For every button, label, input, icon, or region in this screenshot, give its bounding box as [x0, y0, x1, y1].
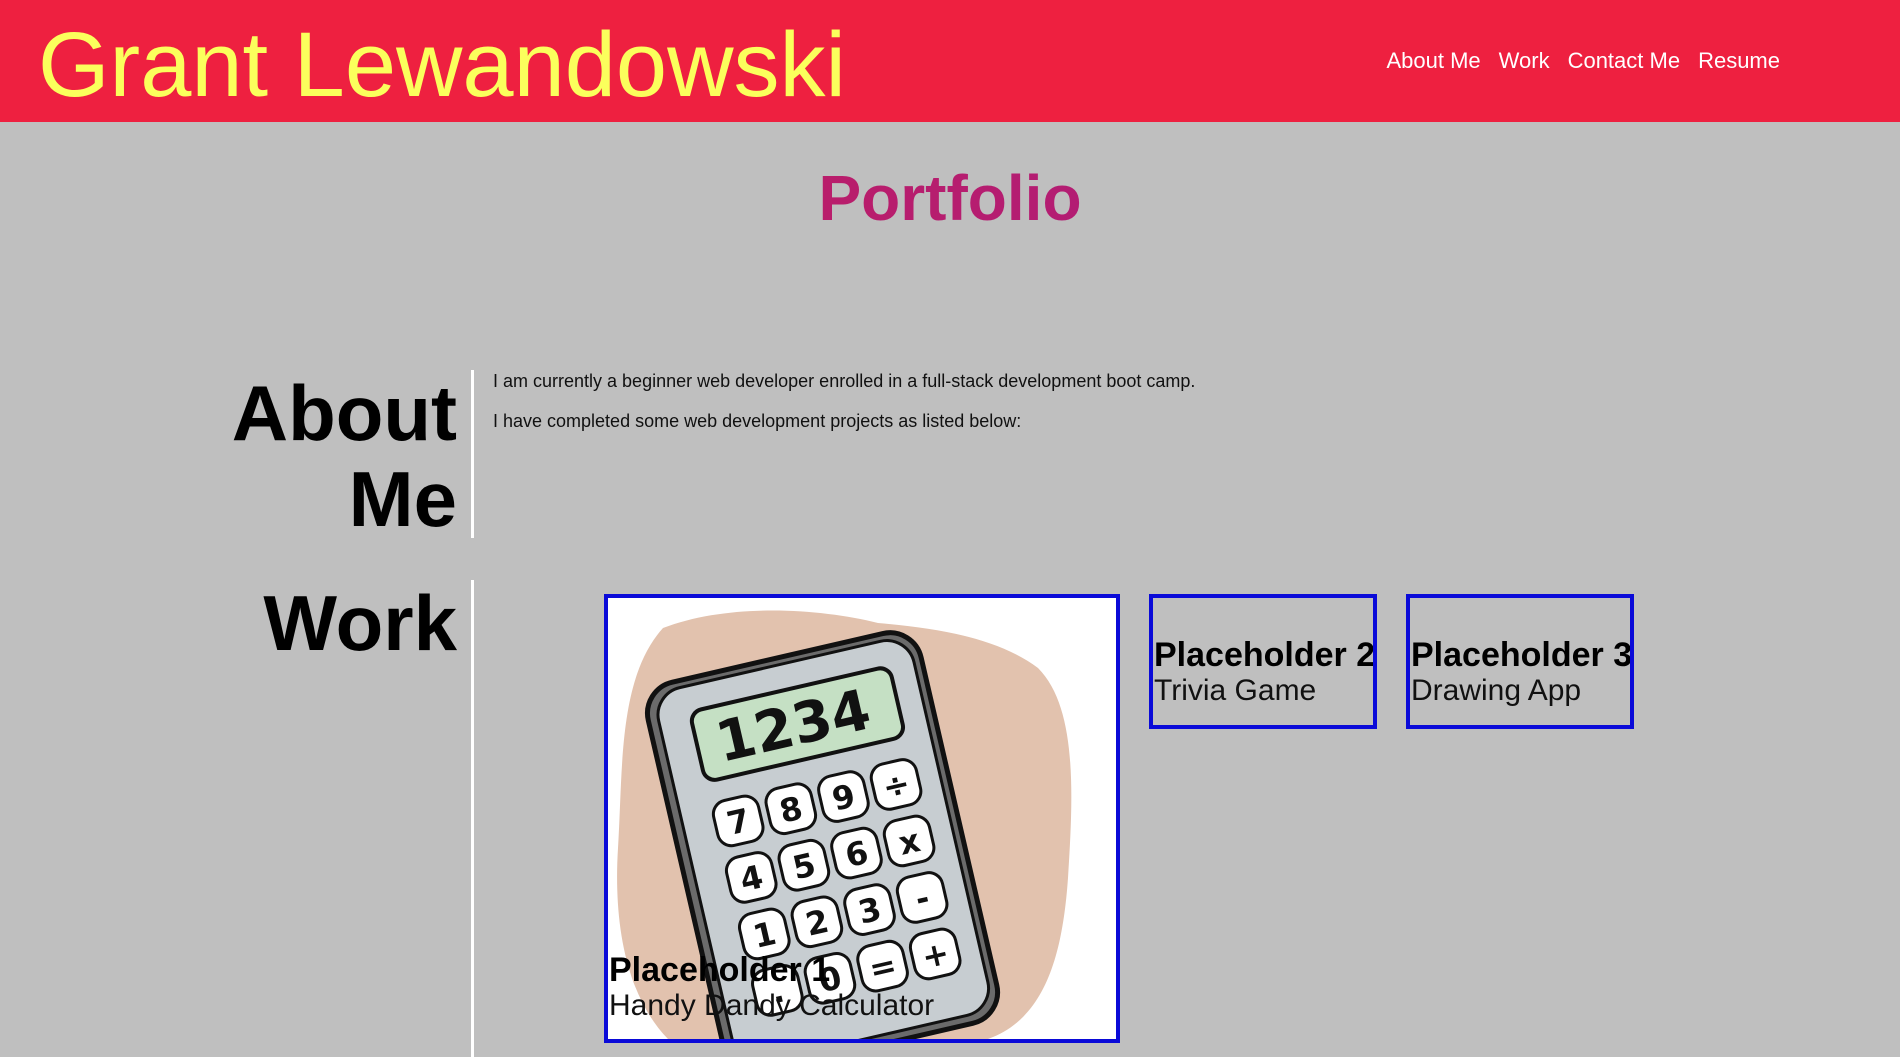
work-divider: [471, 580, 474, 1057]
site-header: Grant Lewandowski About Me Work Contact …: [0, 0, 1900, 122]
nav-link-contact-me[interactable]: Contact Me: [1568, 47, 1681, 75]
about-paragraph-1: I am currently a beginner web developer …: [493, 371, 1196, 391]
project-card-2[interactable]: Placeholder 2 Trivia Game: [1149, 594, 1377, 729]
project-2-caption: Placeholder 2 Trivia Game: [1154, 636, 1376, 708]
about-heading-line-2: Me: [348, 455, 457, 543]
project-3-caption: Placeholder 3 Drawing App: [1411, 636, 1633, 708]
project-2-subtitle: Trivia Game: [1154, 674, 1317, 707]
project-1-caption: Placeholder 1 Handy Dandy Calculator: [609, 951, 934, 1023]
nav-link-resume[interactable]: Resume: [1698, 47, 1780, 75]
about-divider: [471, 370, 474, 538]
nav-link-about-me[interactable]: About Me: [1386, 47, 1480, 75]
project-2-title: Placeholder 2: [1154, 636, 1376, 674]
project-1-title: Placeholder 1: [609, 951, 831, 989]
about-heading: About Me: [232, 370, 457, 542]
about-heading-line-1: About: [231, 369, 457, 457]
main-nav: About Me Work Contact Me Resume: [1386, 47, 1780, 75]
about-paragraph-2: I have completed some web development pr…: [493, 411, 1022, 431]
site-title: Grant Lewandowski: [38, 14, 846, 116]
project-card-1[interactable]: 1234 7 8 9 ÷ 456x 123- . 0 = + Placehold…: [604, 594, 1120, 1043]
project-3-subtitle: Drawing App: [1411, 674, 1582, 707]
page-title: Portfolio: [0, 160, 1900, 236]
project-3-title: Placeholder 3: [1411, 636, 1633, 674]
project-1-subtitle: Handy Dandy Calculator: [609, 989, 935, 1022]
project-card-3[interactable]: Placeholder 3 Drawing App: [1406, 594, 1634, 729]
work-heading: Work: [263, 579, 457, 667]
nav-link-work[interactable]: Work: [1499, 47, 1550, 75]
